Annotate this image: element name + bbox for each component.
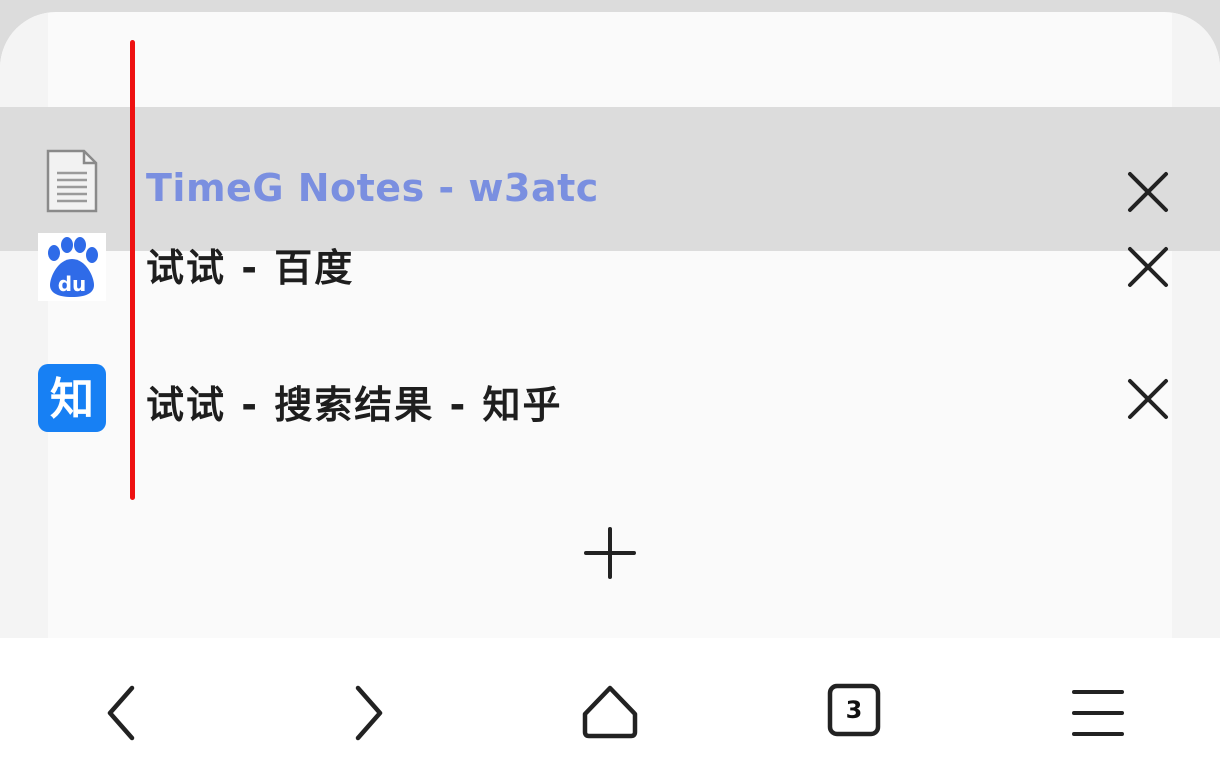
new-tab-button[interactable] [582, 525, 638, 581]
drag-indicator-line [130, 40, 135, 500]
tab-switcher-sheet: TimeG Notes - w3atc du 试试 - 百度 知 试试 - 搜索… [0, 12, 1220, 638]
menu-icon [1072, 690, 1124, 736]
browser-toolbar: 3 [0, 638, 1220, 781]
document-icon [46, 149, 98, 213]
chevron-left-icon [107, 685, 135, 741]
plus-icon [584, 527, 636, 579]
tab-item-baidu[interactable]: du 试试 - 百度 [0, 219, 1220, 339]
zhihu-icon: 知 [38, 364, 106, 432]
chevron-right-icon [355, 685, 383, 741]
close-tab-button[interactable] [1124, 168, 1172, 216]
zhihu-logo-text: 知 [50, 374, 94, 425]
tab-title: 试试 - 百度 [146, 246, 355, 290]
tabs-button[interactable]: 3 [819, 678, 889, 748]
back-button[interactable] [88, 678, 158, 748]
menu-button[interactable] [1062, 678, 1132, 748]
tab-count: 3 [845, 696, 863, 724]
home-button[interactable] [575, 678, 645, 748]
forward-button[interactable] [332, 678, 402, 748]
tab-title: 试试 - 搜索结果 - 知乎 [146, 383, 563, 427]
close-tab-button[interactable] [1124, 375, 1172, 423]
close-tab-button[interactable] [1124, 243, 1172, 291]
baidu-icon: du [38, 233, 106, 301]
home-icon [582, 685, 638, 739]
tab-title: TimeG Notes - w3atc [146, 166, 599, 210]
baidu-logo-text: du [58, 272, 87, 296]
tab-item-zhihu[interactable]: 知 试试 - 搜索结果 - 知乎 [0, 337, 1220, 477]
